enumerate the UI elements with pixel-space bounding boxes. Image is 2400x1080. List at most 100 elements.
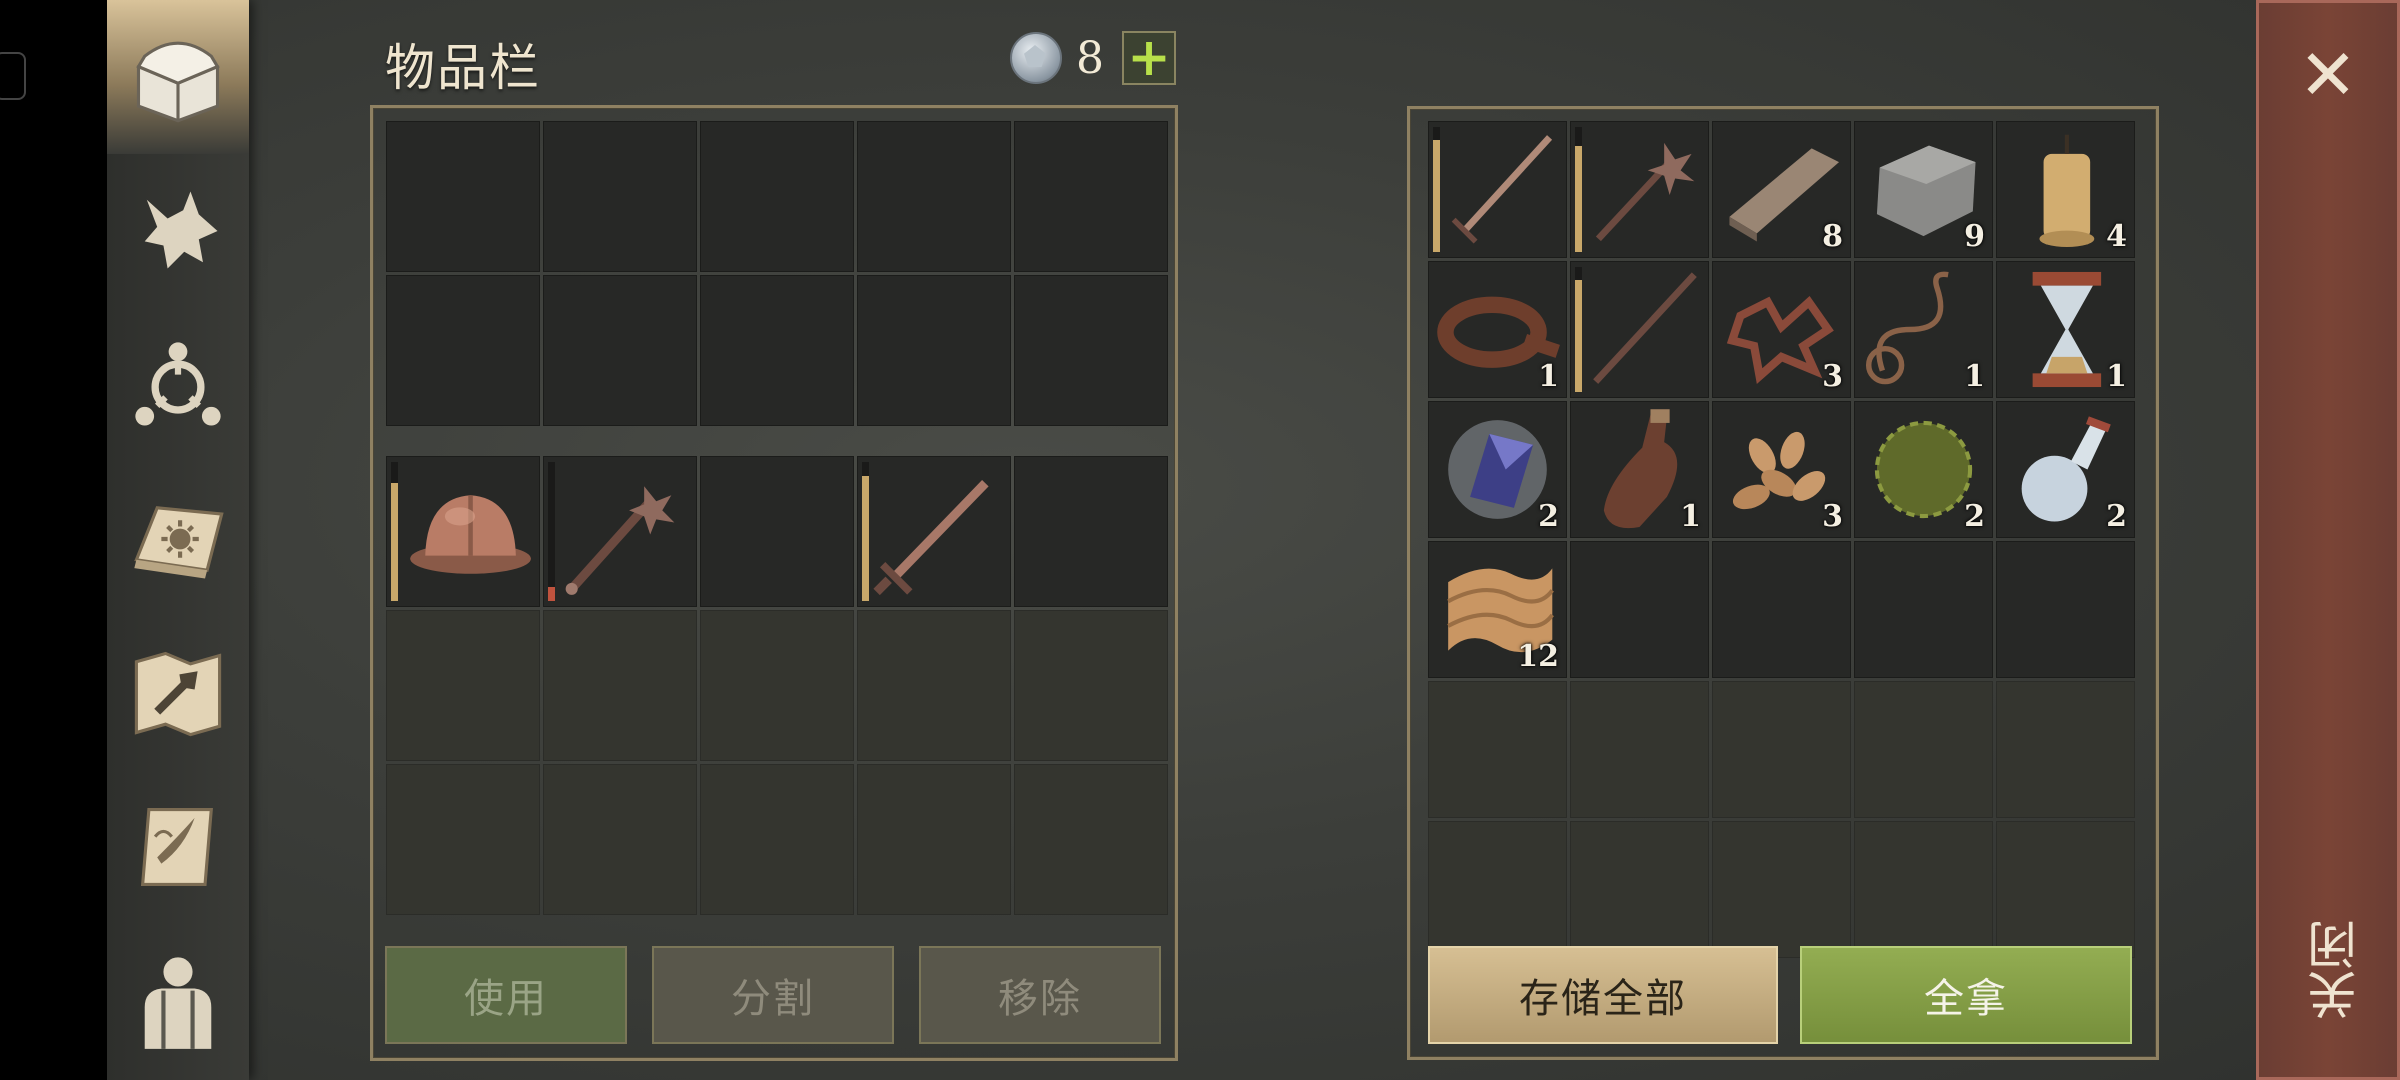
sidebar-item-pets[interactable] — [107, 154, 249, 308]
inventory-slot[interactable] — [543, 121, 697, 272]
equipment-slot[interactable] — [1014, 456, 1168, 607]
chest-slot[interactable]: 4 — [1996, 121, 2135, 258]
chest-slot[interactable]: 3 — [1712, 261, 1851, 398]
equipment-slot-offhand[interactable] — [857, 456, 1011, 607]
chest-slot[interactable]: 1 — [1428, 261, 1567, 398]
chest-slot[interactable]: 3 — [1712, 401, 1851, 538]
equipment-slot-weapon[interactable] — [543, 456, 697, 607]
chest-slot[interactable] — [1570, 541, 1709, 678]
item-count: 1 — [1964, 359, 1985, 394]
sword-icon — [873, 480, 989, 596]
chest-slot[interactable]: 1 — [1570, 401, 1709, 538]
silver-coin-icon — [1010, 32, 1062, 84]
sidebar-item-quests[interactable] — [107, 770, 249, 924]
character-icon — [144, 957, 212, 1049]
remove-button[interactable]: 移除 — [919, 946, 1161, 1044]
chest-slot[interactable] — [1996, 681, 2135, 818]
item-count: 3 — [1822, 499, 1843, 534]
chest-slot[interactable]: 1 — [1996, 261, 2135, 398]
add-slots-button[interactable]: + — [1122, 31, 1176, 85]
item-count: 2 — [2106, 499, 2127, 534]
inventory-grid — [386, 121, 1168, 426]
locked-slot — [543, 610, 697, 761]
sidebar-item-inventory[interactable] — [107, 0, 249, 154]
chest-slot[interactable]: 12 — [1428, 541, 1567, 678]
chest-slot[interactable] — [1854, 681, 1993, 818]
equipment-slot-helmet[interactable] — [386, 456, 540, 607]
locked-slot — [543, 764, 697, 915]
chest-slot[interactable] — [1996, 821, 2135, 958]
wolf-icon — [144, 191, 218, 269]
skills-icon — [135, 342, 221, 426]
close-icon[interactable]: ✕ — [2296, 40, 2360, 110]
chest-slot[interactable] — [1712, 541, 1851, 678]
chest-slot[interactable] — [1712, 821, 1851, 958]
locked-slot — [857, 764, 1011, 915]
sidebar-item-skills[interactable] — [107, 308, 249, 462]
mace-icon — [1595, 142, 1695, 242]
chest-slot[interactable] — [1712, 681, 1851, 818]
mace-icon — [565, 486, 675, 595]
close-panel[interactable] — [2256, 0, 2400, 1080]
inventory-slot[interactable] — [1014, 121, 1168, 272]
inventory-slot[interactable] — [700, 121, 854, 272]
chest-slot[interactable] — [1570, 681, 1709, 818]
locked-slot — [700, 764, 854, 915]
chest-slot[interactable]: 1 — [1854, 261, 1993, 398]
chest-slot[interactable] — [1854, 821, 1993, 958]
store-all-button[interactable]: 存储全部 — [1428, 946, 1778, 1044]
chest-slot[interactable]: 8 — [1712, 121, 1851, 258]
chest-slot[interactable] — [1570, 121, 1709, 258]
inventory-title: 物品栏 — [385, 39, 541, 97]
locked-slot — [386, 610, 540, 761]
locked-slot — [857, 610, 1011, 761]
chest-slot[interactable] — [1854, 541, 1993, 678]
take-all-button[interactable]: 全拿 — [1800, 946, 2132, 1044]
chest-slot[interactable]: 9 — [1854, 121, 1993, 258]
inventory-slot[interactable] — [386, 275, 540, 426]
chest-slot[interactable] — [1428, 821, 1567, 958]
inventory-slot[interactable] — [386, 121, 540, 272]
chest-slot[interactable] — [1570, 821, 1709, 958]
locked-slot — [1014, 764, 1168, 915]
chest-slot[interactable]: 2 — [1996, 401, 2135, 538]
stick-icon — [1593, 272, 1697, 384]
screen-edge — [0, 0, 107, 1080]
book-sun-icon — [134, 506, 224, 579]
chest-icon — [136, 41, 220, 123]
chest-slot[interactable]: 2 — [1428, 401, 1567, 538]
item-count: 1 — [1680, 499, 1701, 534]
sidebar-item-map[interactable] — [107, 616, 249, 770]
split-button[interactable]: 分割 — [652, 946, 894, 1044]
equipment-slot[interactable] — [700, 456, 854, 607]
close-label[interactable]: 关闭 — [2300, 920, 2365, 1020]
item-count: 12 — [1517, 639, 1559, 674]
item-count: 1 — [2106, 359, 2127, 394]
inventory-slot[interactable] — [700, 275, 854, 426]
inventory-slot[interactable] — [543, 275, 697, 426]
map-icon — [134, 651, 222, 737]
inventory-slot[interactable] — [857, 275, 1011, 426]
currency-display: 8 + — [1010, 30, 1176, 86]
equipment-grid — [386, 456, 1168, 915]
item-count: 9 — [1964, 219, 1985, 254]
item-count: 2 — [1964, 499, 1985, 534]
locked-slot — [386, 764, 540, 915]
chest-slot[interactable]: 2 — [1854, 401, 1993, 538]
chest-slot[interactable] — [1570, 261, 1709, 398]
item-count: 8 — [1822, 219, 1843, 254]
currency-count: 8 — [1076, 32, 1104, 84]
sidebar-item-character[interactable] — [107, 924, 249, 1078]
chest-slot[interactable] — [1996, 541, 2135, 678]
sidebar-item-journal[interactable] — [107, 462, 249, 616]
inventory-slot[interactable] — [1014, 275, 1168, 426]
use-button[interactable]: 使用 — [385, 946, 627, 1044]
inventory-slot[interactable] — [857, 121, 1011, 272]
chest-slot[interactable] — [1428, 121, 1567, 258]
item-count: 1 — [1538, 359, 1559, 394]
chest-slot[interactable] — [1428, 681, 1567, 818]
helmet-icon — [410, 495, 531, 574]
sword-icon — [1451, 135, 1553, 244]
camera-notch — [0, 52, 26, 100]
item-count: 3 — [1822, 359, 1843, 394]
